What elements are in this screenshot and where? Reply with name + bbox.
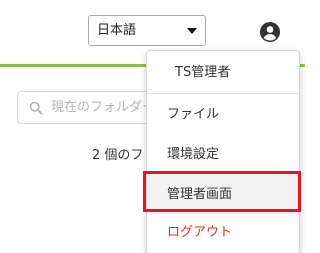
page: 日本語 現在のフォルダー 2 個のフ TS管理者 ファイル 環境設定 管理者画面 <box>0 0 305 253</box>
menu-item-admin-screen[interactable]: 管理者画面 <box>147 175 299 215</box>
menu-item-label: 環境設定 <box>167 147 220 162</box>
account-circle-icon[interactable] <box>260 22 280 42</box>
menu-item-settings[interactable]: 環境設定 <box>147 135 299 175</box>
user-dropdown-menu: TS管理者 ファイル 環境設定 管理者画面 ログアウト <box>146 50 300 253</box>
menu-item-logout[interactable]: ログアウト <box>147 213 299 253</box>
menu-item-label: 管理者画面 <box>167 187 233 202</box>
menu-user-name-label: TS管理者 <box>175 65 231 80</box>
menu-item-label: ファイル <box>167 107 220 122</box>
language-select-value: 日本語 <box>97 23 137 38</box>
menu-item-file[interactable]: ファイル <box>147 95 299 135</box>
menu-item-label: ログアウト <box>167 225 233 240</box>
caret-down-icon <box>187 28 197 34</box>
language-select[interactable]: 日本語 <box>88 15 206 46</box>
search-input[interactable]: 現在のフォルダー <box>17 91 167 124</box>
item-count-text: 2 個のフ <box>92 148 144 163</box>
search-placeholder: 現在のフォルダー <box>51 100 156 115</box>
menu-divider <box>147 93 299 94</box>
menu-user-name: TS管理者 <box>147 53 299 93</box>
search-icon <box>29 101 43 115</box>
